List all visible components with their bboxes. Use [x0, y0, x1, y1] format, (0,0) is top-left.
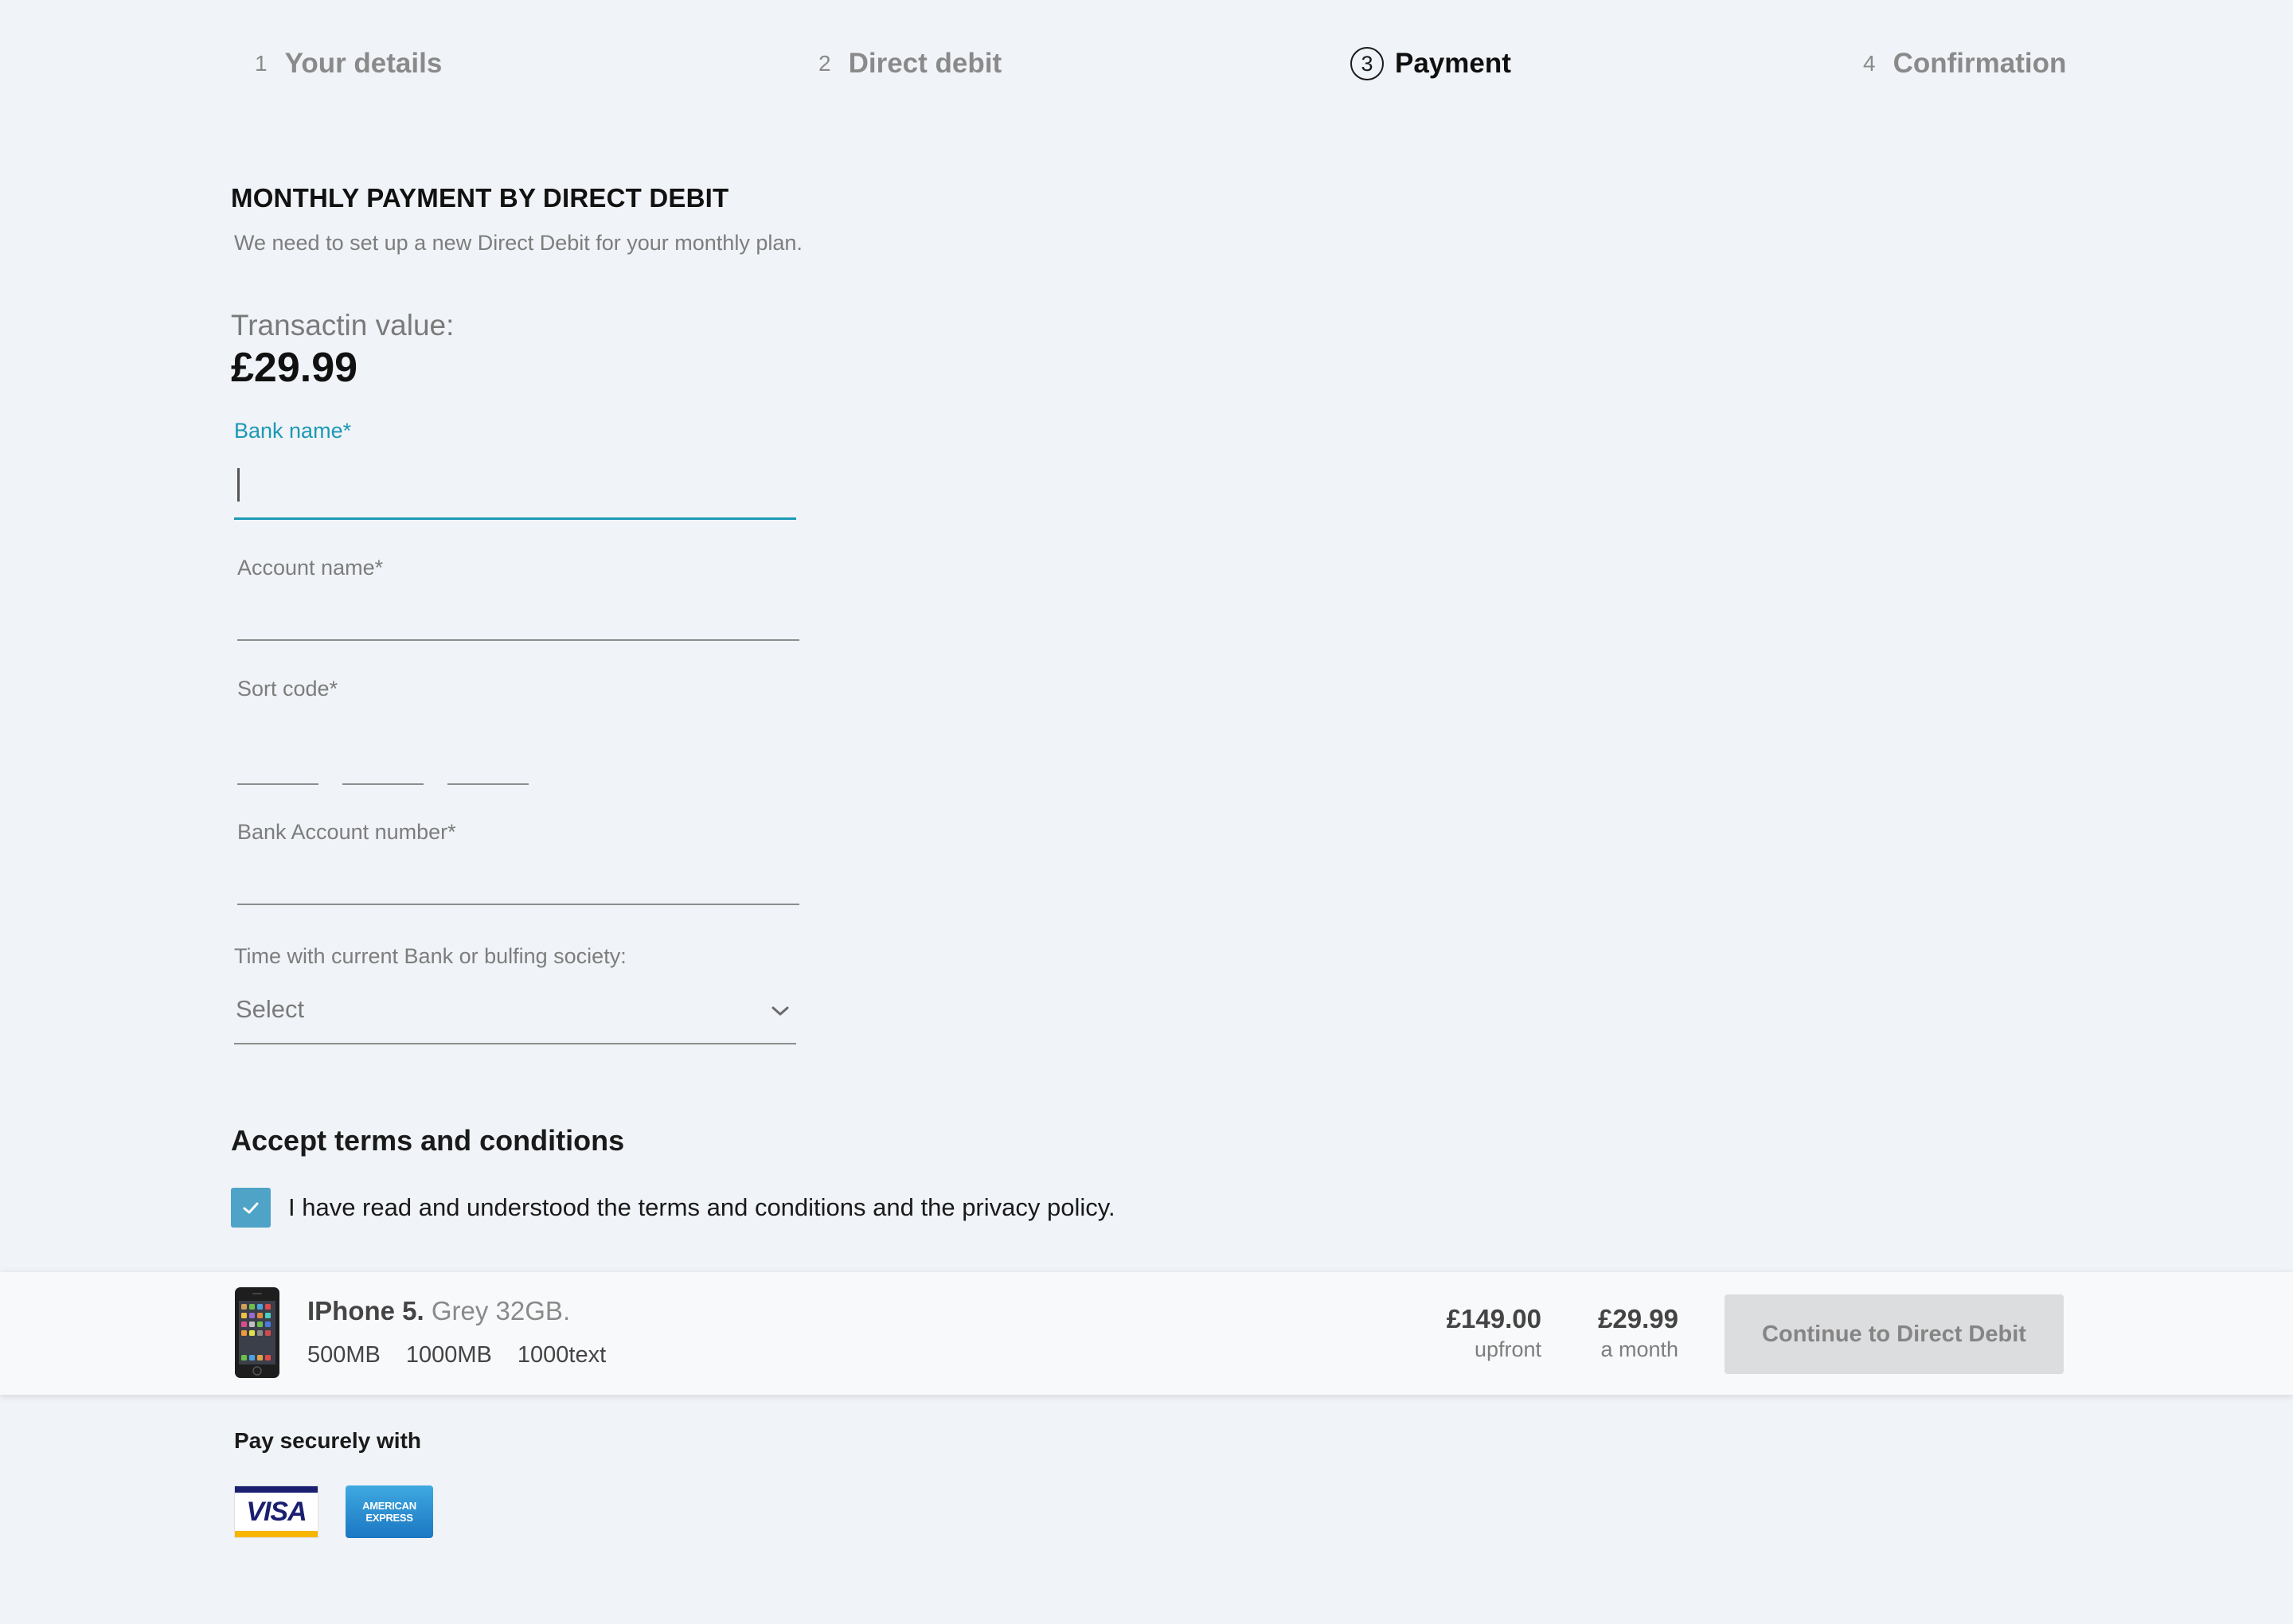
text-caret: [237, 468, 240, 502]
payment-page: 1 Your details 2 Direct debit 3 Payment …: [0, 0, 2293, 1624]
transaction-value: £29.99: [231, 345, 358, 391]
chevron-down-icon: [771, 1006, 789, 1016]
allowance-texts: 1000text: [517, 1342, 607, 1368]
step-direct-debit[interactable]: 2 Direct debit: [818, 40, 1002, 88]
time-with-bank-label: Time with current Bank or bulfing societ…: [234, 944, 627, 968]
step-number: 2: [818, 51, 831, 76]
account-number-underline: [237, 904, 799, 905]
step-label: Payment: [1395, 48, 1511, 79]
step-confirmation[interactable]: 4 Confirmation: [1863, 40, 2066, 88]
step-payment[interactable]: 3 Payment: [1350, 40, 1511, 88]
step-number-active: 3: [1350, 47, 1384, 80]
sort-code-underline-3: [447, 783, 529, 785]
step-your-details[interactable]: 1 Your details: [255, 40, 442, 88]
monthly-price: £29.99 a month: [1598, 1304, 1678, 1362]
terms-title: Accept terms and conditions: [231, 1124, 625, 1157]
step-label: Direct debit: [848, 48, 1002, 79]
pay-securely-title: Pay securely with: [234, 1428, 422, 1453]
bank-name-underline: [234, 517, 796, 520]
amex-wordmark: AMERICAN EXPRESS: [362, 1500, 416, 1524]
sort-code-underline-1: [237, 783, 318, 785]
step-number: 1: [255, 51, 268, 76]
sort-code-underline-2: [342, 783, 424, 785]
bank-name-label: Bank name*: [234, 419, 352, 443]
sort-code-input-2[interactable]: [342, 737, 427, 783]
section-title: MONTHLY PAYMENT BY DIRECT DEBIT: [231, 183, 729, 213]
account-name-input[interactable]: [237, 592, 803, 637]
transaction-value-label: Transactin value:: [231, 309, 455, 342]
plan-allowances: 500MB 1000MB 1000text: [307, 1342, 631, 1368]
monthly-amount: £29.99: [1598, 1304, 1678, 1333]
product-model: IPhone 5.: [307, 1296, 424, 1325]
allowance-minutes: 1000MB: [405, 1342, 492, 1368]
upfront-price: £149.00 upfront: [1447, 1304, 1541, 1362]
progress-stepper: 1 Your details 2 Direct debit 3 Payment …: [0, 40, 2293, 88]
select-value: Select: [236, 995, 305, 1023]
account-number-label: Bank Account number*: [237, 820, 456, 844]
product-name: IPhone 5. Grey 32GB.: [307, 1296, 570, 1326]
account-name-label: Account name*: [237, 556, 384, 580]
terms-checkbox-label: I have read and understood the terms and…: [288, 1193, 1115, 1221]
upfront-label: upfront: [1474, 1337, 1541, 1361]
order-summary-bar: IPhone 5. Grey 32GB. 500MB 1000MB 1000te…: [0, 1272, 2293, 1395]
visa-logo: VISA: [234, 1485, 318, 1538]
iphone-thumbnail: [235, 1287, 279, 1378]
allowance-data: 500MB: [307, 1342, 381, 1368]
bank-name-input[interactable]: [234, 462, 799, 508]
upfront-amount: £149.00: [1446, 1304, 1541, 1333]
time-with-bank-select[interactable]: Select: [234, 979, 796, 1044]
account-name-underline: [237, 639, 799, 641]
product-variant: Grey 32GB.: [431, 1296, 571, 1325]
terms-checkbox[interactable]: [231, 1188, 271, 1228]
step-label: Your details: [284, 48, 443, 79]
visa-wordmark: VISA: [246, 1497, 307, 1527]
monthly-label: a month: [1600, 1337, 1678, 1361]
card-logos: VISA AMERICAN EXPRESS: [234, 1485, 433, 1538]
sort-code-label: Sort code*: [237, 677, 338, 701]
step-number: 4: [1863, 51, 1876, 76]
sort-code-input-3[interactable]: [447, 737, 532, 783]
terms-checkbox-row[interactable]: I have read and understood the terms and…: [231, 1188, 1115, 1228]
continue-to-direct-debit-button[interactable]: Continue to Direct Debit: [1725, 1294, 2064, 1374]
section-subtitle: We need to set up a new Direct Debit for…: [234, 231, 803, 255]
sort-code-input-1[interactable]: [237, 737, 322, 783]
account-number-input[interactable]: [237, 857, 803, 901]
checkmark-icon: [243, 1202, 259, 1214]
step-label: Confirmation: [1893, 48, 2067, 79]
amex-logo: AMERICAN EXPRESS: [346, 1485, 433, 1538]
